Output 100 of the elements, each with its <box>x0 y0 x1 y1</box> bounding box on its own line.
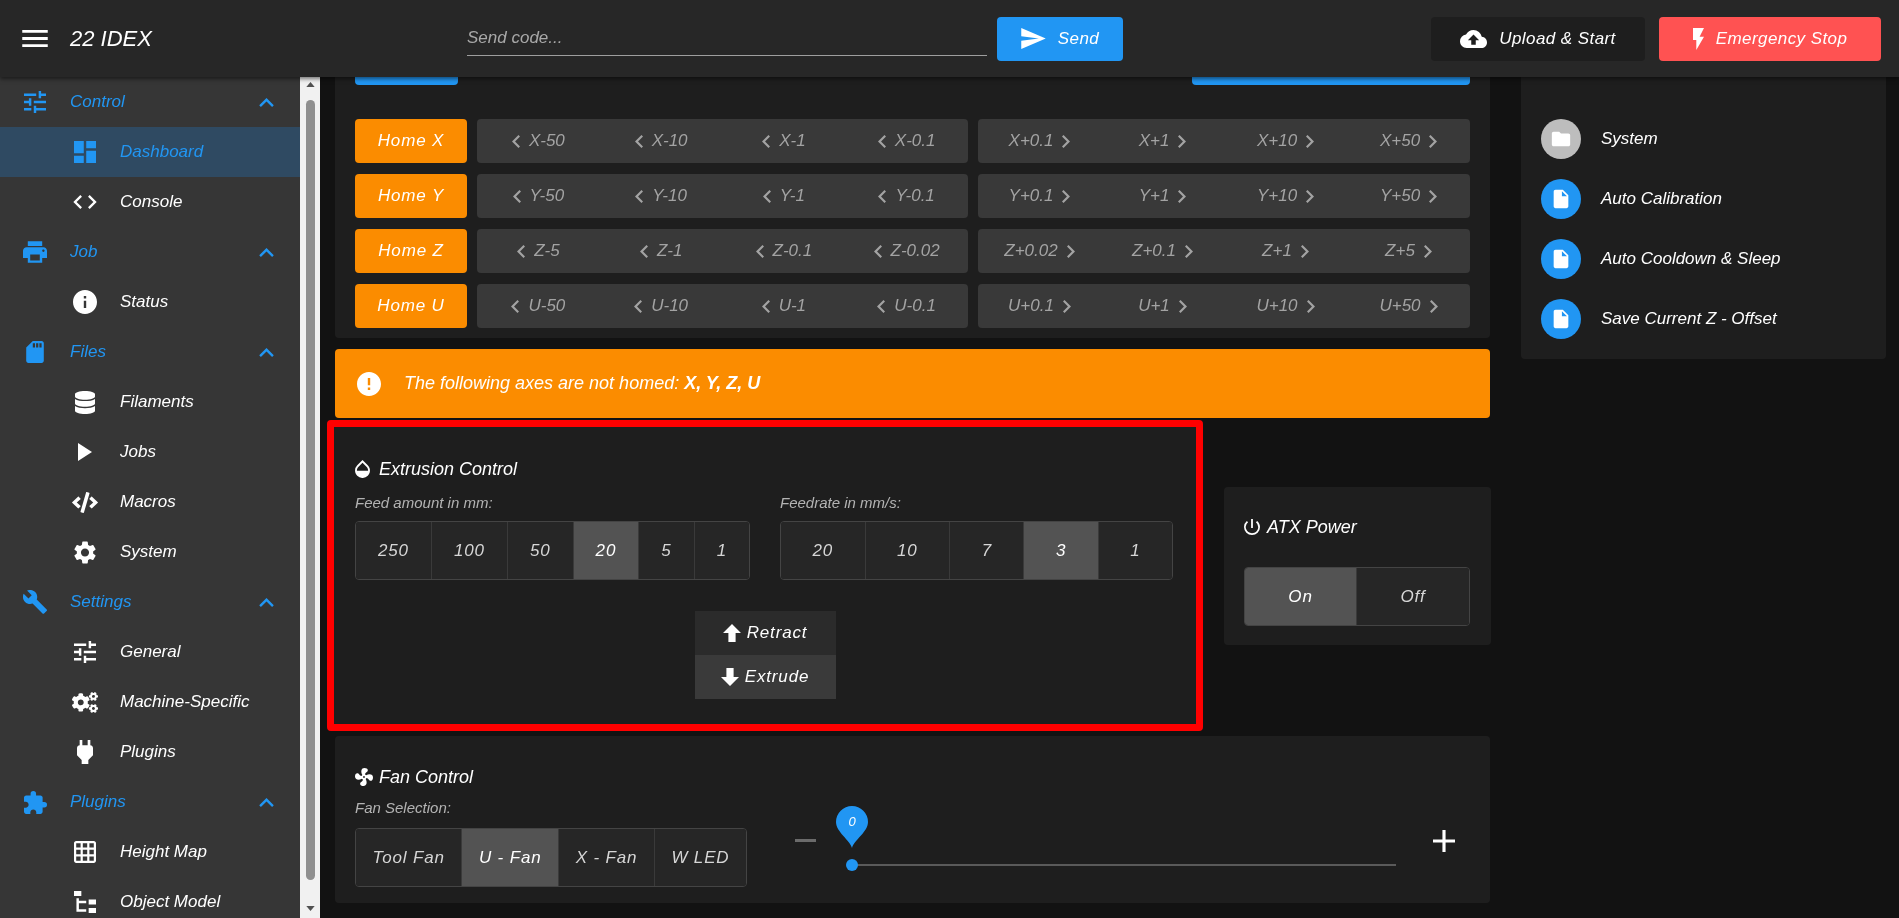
code-icon <box>72 491 98 513</box>
jog-button[interactable]: Z+5 <box>1347 229 1470 273</box>
extrude-button[interactable]: Extrude <box>694 655 836 699</box>
feed-amount-option[interactable]: 100 <box>430 522 507 579</box>
play-icon <box>78 443 92 461</box>
macro-item[interactable]: Auto Cooldown & Sleep <box>1541 239 1781 279</box>
scroll-down-icon[interactable] <box>305 906 315 911</box>
chevron-right-icon <box>1062 134 1071 148</box>
database-icon <box>75 390 95 414</box>
sidebar-group-header[interactable]: Control <box>0 77 300 127</box>
feed-amount-option[interactable]: 50 <box>506 522 573 579</box>
slider[interactable]: 0 <box>836 806 1412 872</box>
jog-button[interactable]: X-50 <box>477 119 600 163</box>
sidebar-item[interactable]: Plugins <box>0 727 300 777</box>
jog-button[interactable]: U-1 <box>722 284 846 328</box>
jog-button[interactable]: Z-0.02 <box>845 229 968 273</box>
code-input[interactable]: Send code... <box>467 21 987 56</box>
fan-option[interactable]: U - Fan <box>461 829 559 886</box>
jog-button[interactable]: U-0.1 <box>845 284 968 328</box>
home-axis-button[interactable]: Home X <box>355 119 467 163</box>
chevron-left-icon <box>762 134 771 148</box>
fan-option[interactable]: X - Fan <box>558 829 654 886</box>
sidebar-group-header[interactable]: Job <box>0 227 300 277</box>
home-axis-button[interactable]: Home U <box>355 284 467 328</box>
power-option[interactable]: On <box>1245 568 1357 625</box>
jog-button[interactable]: Z-5 <box>477 229 600 273</box>
sidebar-item[interactable]: Filaments <box>0 377 300 427</box>
home-axis-button[interactable]: Home Z <box>355 229 467 273</box>
jog-button[interactable]: X+50 <box>1347 119 1470 163</box>
sidebar-item[interactable]: System <box>0 527 300 577</box>
macro-item[interactable]: Auto Calibration <box>1541 179 1722 219</box>
jog-button[interactable]: U+0.1 <box>978 284 1101 328</box>
jog-button[interactable]: X+1 <box>1101 119 1224 163</box>
sidebar-group-header[interactable]: Plugins <box>0 777 300 827</box>
sidebar-group-header[interactable]: Settings <box>0 577 300 627</box>
scrollbar[interactable] <box>300 77 320 918</box>
power-option[interactable]: Off <box>1356 568 1469 625</box>
jog-button[interactable]: Y+1 <box>1101 174 1224 218</box>
chevron-right-icon <box>1423 244 1432 258</box>
sidebar-item[interactable]: Status <box>0 277 300 327</box>
retract-button[interactable]: Retract <box>694 611 836 655</box>
home-axis-button[interactable]: Home Y <box>355 174 467 218</box>
feedrate-option[interactable]: 7 <box>949 522 1024 579</box>
jog-button[interactable]: X+0.1 <box>978 119 1101 163</box>
sidebar-item[interactable]: Console <box>0 177 300 227</box>
sidebar-item[interactable]: Object Model <box>0 877 300 918</box>
file-icon <box>1541 179 1581 219</box>
jog-button[interactable]: U-10 <box>599 284 723 328</box>
sidebar-group-header[interactable]: Files <box>0 327 300 377</box>
jog-button[interactable]: X-10 <box>599 119 723 163</box>
jog-button[interactable]: Z+0.02 <box>978 229 1101 273</box>
fan-option[interactable]: Tool Fan <box>356 829 462 886</box>
jog-button[interactable]: X-0.1 <box>845 119 968 163</box>
sidebar-item[interactable]: Height Map <box>0 827 300 877</box>
jog-button[interactable]: U+10 <box>1224 284 1347 328</box>
jog-button[interactable]: X+10 <box>1224 119 1347 163</box>
warning-text: The following axes are not homed: X, Y, Z, U <box>404 372 761 395</box>
feed-amount-option[interactable]: 5 <box>638 522 694 579</box>
feed-amount-option[interactable]: 20 <box>572 522 639 579</box>
jog-button[interactable]: Y+0.1 <box>978 174 1101 218</box>
fan-option[interactable]: W LED <box>653 829 746 886</box>
feedrate-option[interactable]: 3 <box>1023 522 1098 579</box>
jog-button[interactable]: Y-10 <box>599 174 723 218</box>
sidebar-item[interactable]: Dashboard <box>0 127 300 177</box>
sidebar-item[interactable]: Machine-Specific <box>0 677 300 727</box>
folder-icon <box>1541 119 1581 159</box>
plus-icon[interactable] <box>1433 830 1455 852</box>
jog-button[interactable]: Y+50 <box>1347 174 1470 218</box>
jog-button[interactable]: Z-0.1 <box>722 229 846 273</box>
jog-button[interactable]: Y-1 <box>722 174 846 218</box>
feedrate-option[interactable]: 20 <box>781 522 865 579</box>
scroll-up-icon[interactable] <box>305 82 315 87</box>
jog-button[interactable]: Z-1 <box>599 229 723 273</box>
jog-button[interactable]: U+50 <box>1347 284 1470 328</box>
sidebar-item[interactable]: Jobs <box>0 427 300 477</box>
jog-button[interactable]: X-1 <box>722 119 846 163</box>
jog-button[interactable]: Y-0.1 <box>845 174 968 218</box>
jog-button[interactable]: Y-50 <box>477 174 600 218</box>
scrollbar-thumb[interactable] <box>305 100 315 880</box>
jog-button[interactable]: U-50 <box>477 284 600 328</box>
feed-amount-option[interactable]: 1 <box>693 522 749 579</box>
jog-button[interactable]: U+1 <box>1101 284 1224 328</box>
jog-button[interactable]: Z+1 <box>1224 229 1347 273</box>
feed-amount-option[interactable]: 250 <box>356 522 431 579</box>
macro-item[interactable]: Save Current Z - Offset <box>1541 299 1777 339</box>
feedrate-option[interactable]: 1 <box>1097 522 1172 579</box>
sidebar-item[interactable]: Macros <box>0 477 300 527</box>
arrow-down-icon <box>720 668 739 686</box>
feedrate-option[interactable]: 10 <box>864 522 950 579</box>
emergency-stop-button[interactable]: Emergency Stop <box>1659 16 1881 61</box>
upload-start-button[interactable]: Upload & Start <box>1431 16 1645 61</box>
send-button[interactable]: Send <box>997 16 1123 61</box>
info-icon <box>73 290 97 314</box>
jog-button[interactable]: Y+10 <box>1224 174 1347 218</box>
sd-card-icon <box>26 341 44 363</box>
sidebar-item[interactable]: General <box>0 627 300 677</box>
slider-thumb[interactable] <box>846 859 858 871</box>
jog-button[interactable]: Z+0.1 <box>1101 229 1224 273</box>
menu-icon[interactable] <box>22 30 48 47</box>
macro-item[interactable]: System <box>1541 119 1658 159</box>
